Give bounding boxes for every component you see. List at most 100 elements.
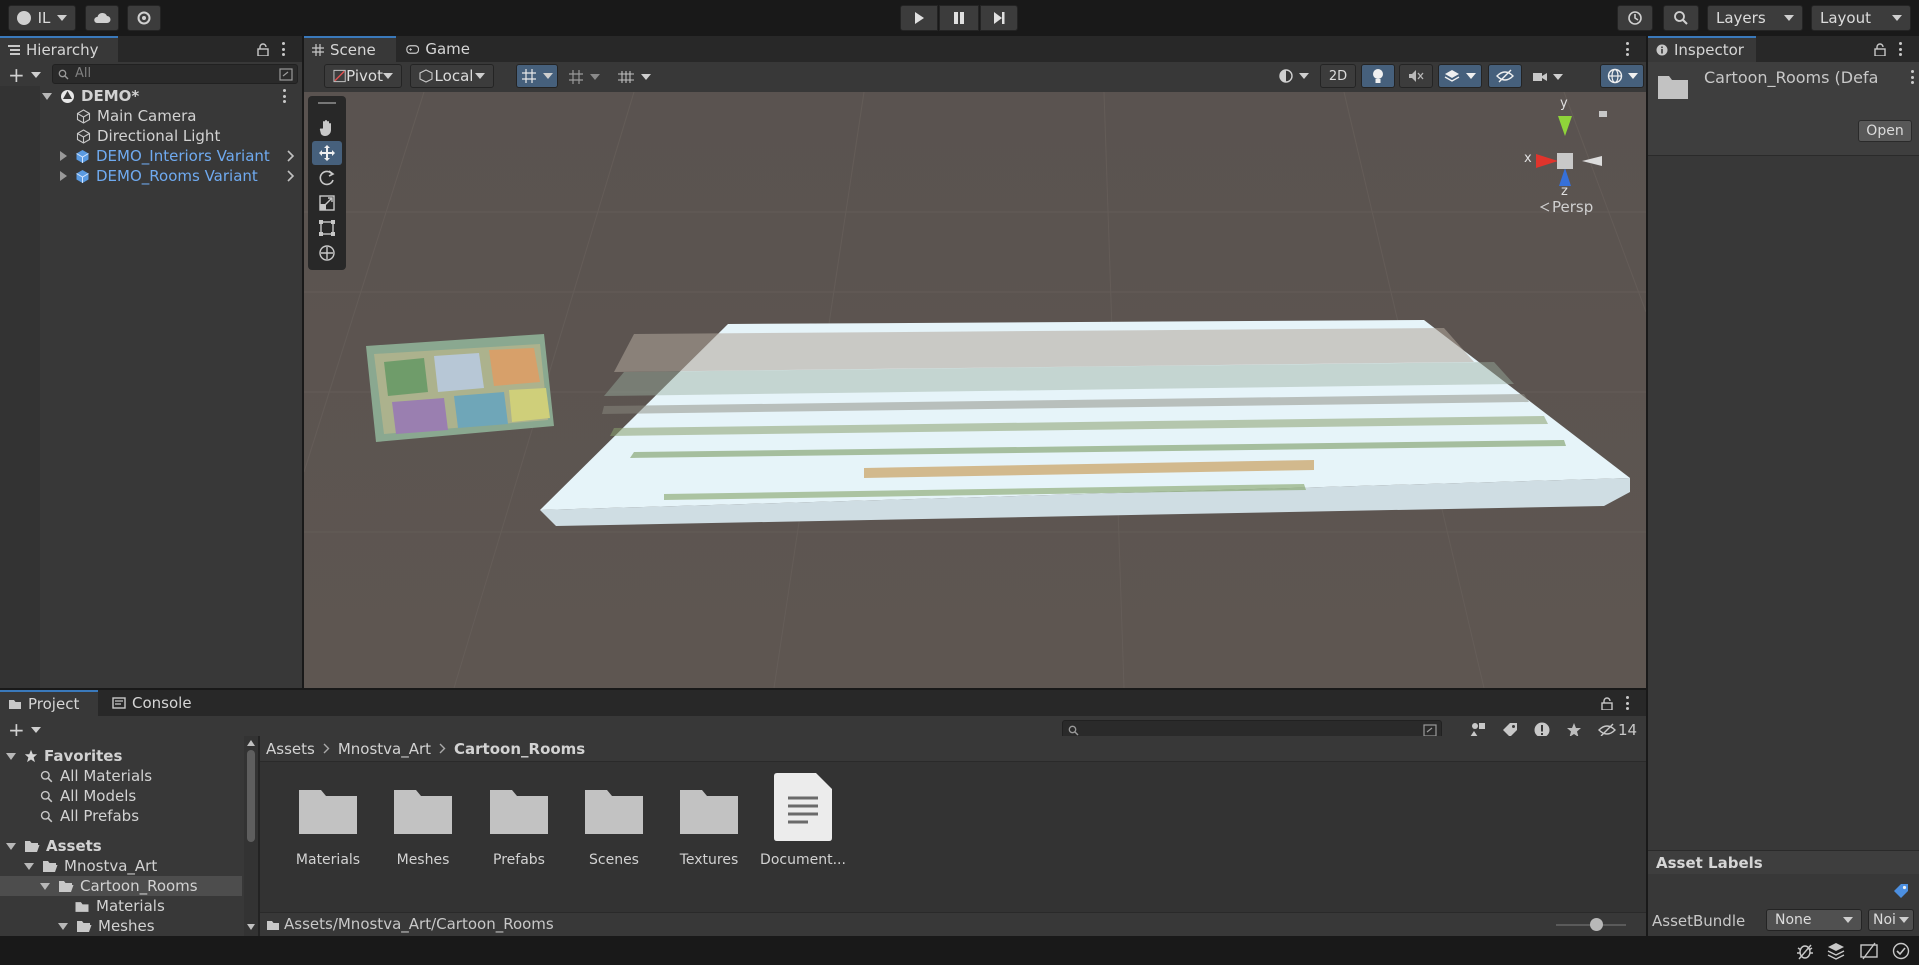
layout-dropdown[interactable]: Layout — [1811, 5, 1911, 31]
chevron-down-icon — [1892, 15, 1902, 21]
gizmos-toggle[interactable] — [1600, 64, 1644, 88]
tab-console[interactable]: Console — [104, 690, 204, 716]
more-menu-icon[interactable] — [282, 42, 286, 56]
open-label: Open — [1866, 123, 1904, 139]
chevron-right-icon — [323, 743, 330, 754]
tab-game[interactable]: Game — [398, 36, 478, 62]
rect-tool[interactable] — [312, 216, 342, 240]
search-type-icon[interactable] — [279, 68, 293, 81]
scene-viewport[interactable]: y x z Persp — [304, 92, 1646, 688]
move-tool[interactable] — [312, 141, 342, 165]
favorite-item[interactable]: All Models — [40, 786, 136, 806]
layers-dropdown[interactable]: Layers — [1707, 5, 1803, 31]
more-menu-icon[interactable] — [1899, 42, 1903, 56]
tab-hierarchy[interactable]: Hierarchy — [0, 36, 118, 62]
assetbundle-variant-dropdown[interactable]: Noi — [1868, 909, 1914, 931]
lock-icon[interactable] — [257, 43, 269, 56]
grid-item-folder[interactable]: Scenes — [566, 772, 662, 878]
grid-item-folder[interactable]: Textures — [661, 772, 757, 878]
snap-increment-button[interactable] — [564, 64, 604, 90]
play-button[interactable] — [900, 5, 938, 31]
tree-scrollbar[interactable] — [244, 736, 258, 936]
pivot-dropdown[interactable]: Pivot — [324, 64, 402, 88]
drag-handle[interactable] — [318, 102, 336, 104]
more-menu-icon[interactable] — [1626, 696, 1630, 710]
cache-server-icon[interactable] — [1827, 942, 1845, 960]
cloud-button[interactable] — [85, 5, 119, 31]
chevron-down-icon — [1298, 73, 1309, 79]
tree-item-assets[interactable]: Assets — [6, 836, 102, 856]
grid-visibility-button[interactable] — [610, 64, 658, 90]
rotate-tool[interactable] — [312, 166, 342, 190]
favorites-row[interactable]: Favorites — [6, 746, 122, 766]
grid-item-folder[interactable]: Meshes — [375, 772, 471, 878]
audio-toggle[interactable] — [1399, 64, 1433, 88]
lighting-toggle[interactable] — [1361, 64, 1395, 88]
check-circle-icon[interactable] — [1892, 942, 1910, 960]
account-label: IL — [37, 9, 51, 27]
hierarchy-item-prefab[interactable]: DEMO_Interiors Variant — [60, 146, 302, 166]
folder-icon — [299, 790, 357, 834]
more-menu-icon[interactable] — [1911, 70, 1915, 84]
gameobject-icon — [76, 128, 91, 144]
tab-scene[interactable]: Scene — [304, 36, 396, 62]
search-button[interactable] — [1663, 5, 1699, 31]
grid-item-document[interactable]: Document... — [755, 772, 851, 878]
lock-icon[interactable] — [1874, 43, 1886, 56]
chevron-down-icon — [590, 74, 600, 80]
more-menu-icon[interactable] — [283, 89, 287, 103]
scene-visibility-toggle[interactable] — [1488, 64, 1522, 88]
breadcrumb-item[interactable]: Assets — [266, 740, 315, 758]
mode-2d-button[interactable]: 2D — [1320, 64, 1356, 88]
favorite-item[interactable]: All Prefabs — [40, 806, 139, 826]
tab-project[interactable]: Project — [0, 690, 98, 716]
lightbulb-icon — [1373, 69, 1383, 83]
shading-mode-button[interactable] — [1270, 64, 1316, 88]
account-dropdown[interactable]: IL — [8, 5, 76, 31]
hierarchy-item[interactable]: Directional Light — [76, 126, 220, 146]
camera-settings-button[interactable] — [1526, 64, 1568, 90]
open-button[interactable]: Open — [1858, 120, 1912, 142]
tree-item[interactable]: Meshes — [58, 916, 155, 936]
debug-bug-icon[interactable] — [1796, 942, 1814, 960]
transform-tool[interactable] — [312, 241, 342, 265]
lock-icon[interactable] — [1601, 697, 1613, 710]
scene-grid-icon — [312, 44, 324, 56]
create-dropdown[interactable]: + — [8, 65, 44, 85]
grid-snap-button[interactable] — [516, 64, 558, 88]
icon-size-slider-thumb[interactable] — [1590, 918, 1603, 931]
scene-row[interactable]: DEMO* — [42, 86, 302, 106]
grid-item-folder[interactable]: Materials — [280, 772, 376, 878]
hierarchy-item[interactable]: Main Camera — [76, 106, 196, 126]
favorite-item[interactable]: All Materials — [40, 766, 152, 786]
history-button[interactable] — [1617, 5, 1653, 31]
hierarchy-item-prefab[interactable]: DEMO_Rooms Variant — [60, 166, 302, 186]
projection-toggle[interactable]: Persp — [1540, 198, 1593, 216]
effects-toggle[interactable] — [1438, 64, 1482, 88]
tag-icon[interactable] — [1892, 882, 1910, 900]
tree-item[interactable]: Materials — [74, 896, 165, 916]
folder-icon — [267, 921, 279, 930]
breadcrumb-item-current[interactable]: Cartoon_Rooms — [454, 740, 585, 758]
breadcrumb-item[interactable]: Mnostva_Art — [338, 740, 431, 758]
orientation-gizmo[interactable]: y x z Persp — [1522, 96, 1622, 216]
pause-button[interactable] — [939, 5, 979, 31]
step-button[interactable] — [980, 5, 1018, 31]
more-menu-icon[interactable] — [1626, 42, 1630, 56]
assetbundle-dropdown[interactable]: None — [1766, 909, 1862, 931]
grid-item-folder[interactable]: Prefabs — [471, 772, 567, 878]
chevron-right-icon[interactable] — [287, 150, 295, 162]
tree-item[interactable]: Mnostva_Art — [24, 856, 157, 876]
chevron-right-icon — [439, 743, 446, 754]
hierarchy-search[interactable]: All — [52, 64, 298, 84]
tab-inspector[interactable]: Inspector — [1648, 36, 1756, 62]
document-icon — [774, 773, 832, 841]
local-dropdown[interactable]: Local — [410, 64, 494, 88]
tree-item-selected[interactable]: Cartoon_Rooms — [0, 876, 242, 896]
services-button[interactable] — [127, 5, 161, 31]
hand-tool[interactable] — [312, 116, 342, 140]
scale-tool[interactable] — [312, 191, 342, 215]
scroll-thumb[interactable] — [247, 750, 255, 842]
chevron-right-icon[interactable] — [287, 170, 295, 182]
progress-icon[interactable] — [1860, 942, 1878, 960]
